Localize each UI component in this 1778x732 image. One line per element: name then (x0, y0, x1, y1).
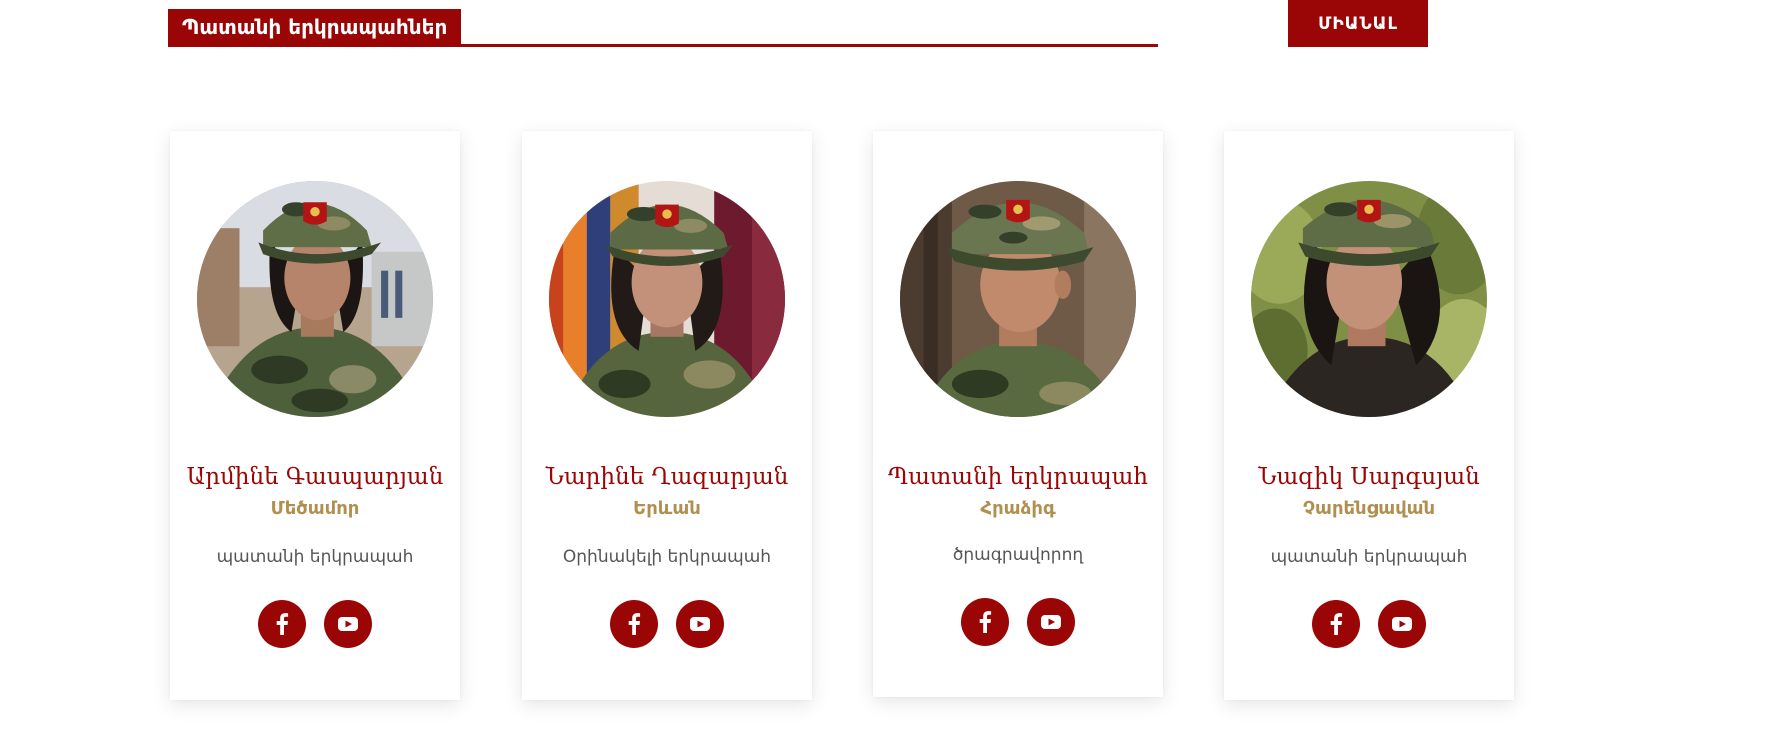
social-links (522, 600, 812, 648)
section-header: Պատանի երկրապահներ (168, 9, 1158, 47)
member-role: Օրինակելի երկրապահ (562, 547, 772, 567)
facebook-button[interactable] (610, 600, 658, 648)
social-links (873, 598, 1163, 646)
facebook-icon (628, 613, 641, 635)
social-links (1224, 600, 1514, 648)
member-card: Պատանի երկրապահ Հրաձիգ ծրագրավորող (873, 131, 1163, 697)
member-name: Պատանի երկրապահ (887, 464, 1149, 490)
facebook-button[interactable] (961, 598, 1009, 646)
facebook-button[interactable] (258, 600, 306, 648)
youtube-icon (338, 617, 358, 631)
member-photo (900, 181, 1136, 417)
section-divider (168, 44, 1158, 47)
member-card: Արմինե Գասպարյան Մեծամոր պատանի երկրապահ (170, 131, 460, 700)
member-photo (1251, 181, 1487, 417)
join-button[interactable]: ՄԻԱՆԱԼ (1288, 0, 1428, 47)
youtube-icon (1041, 615, 1061, 629)
member-role: պատանի երկրապահ (216, 547, 414, 567)
social-links (170, 600, 460, 648)
member-location: Հրաձիգ (980, 498, 1056, 519)
member-name: Արմինե Գասպարյան (186, 464, 444, 490)
youtube-icon (1392, 617, 1412, 631)
member-card: Նարինե Ղազարյան Երևան Օրինակելի երկրապահ (522, 131, 812, 700)
youtube-icon (690, 617, 710, 631)
youtube-button[interactable] (1027, 598, 1075, 646)
youtube-button[interactable] (676, 600, 724, 648)
member-card: Նազիկ Սարգսյան Չարենցավան պատանի երկրապա… (1224, 131, 1514, 700)
youtube-button[interactable] (1378, 600, 1426, 648)
member-role: պատանի երկրապահ (1270, 547, 1468, 567)
member-photo (197, 181, 433, 417)
member-location: Մեծամոր (270, 498, 360, 519)
member-name: Նազիկ Սարգսյան (1258, 464, 1480, 490)
member-role: ծրագրավորող (952, 545, 1084, 565)
facebook-icon (276, 613, 289, 635)
facebook-button[interactable] (1312, 600, 1360, 648)
youtube-button[interactable] (324, 600, 372, 648)
section-title: Պատանի երկրապահներ (168, 9, 462, 45)
facebook-icon (1330, 613, 1343, 635)
member-location: Երևան (633, 498, 701, 519)
member-name: Նարինե Ղազարյան (545, 464, 789, 490)
member-photo (549, 181, 785, 417)
facebook-icon (979, 611, 992, 633)
member-location: Չարենցավան (1302, 498, 1436, 519)
